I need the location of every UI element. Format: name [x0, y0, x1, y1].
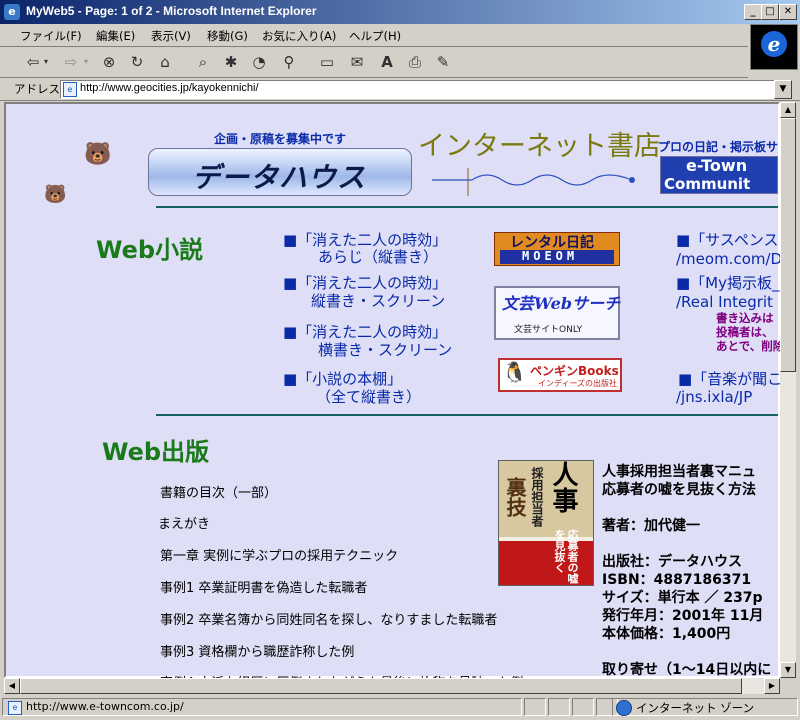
divider-top: [156, 206, 778, 208]
book-cover-side: 採用担当者: [530, 467, 544, 527]
toc-case-2: 事例2 卒業名簿から同姓同名を探し、なりすました転職者: [160, 613, 498, 628]
status-page-icon: e: [8, 701, 22, 715]
menu-go[interactable]: 移動(G): [207, 28, 248, 44]
link-my-board[interactable]: ■「My掲示板_: [676, 275, 780, 292]
channels-icon[interactable]: ⚲: [278, 51, 300, 73]
maximize-button[interactable]: □: [761, 4, 779, 20]
recruit-note: 企画・原稿を募集中です: [214, 132, 347, 146]
toc-case-3: 事例3 資格欄から職歴詐称した例: [160, 645, 355, 660]
link-music[interactable]: ■「音楽が聞こ: [678, 371, 782, 388]
scroll-right-button[interactable]: ▶: [764, 678, 780, 694]
small-bear-icon: 🐻: [44, 184, 67, 205]
history-icon[interactable]: ◔: [248, 51, 270, 73]
toc-case-1: 事例1 卒業証明書を偽造した転職者: [160, 581, 368, 596]
toc-title: 書籍の目次（一部）: [160, 486, 278, 501]
book-publisher: 出版社：データハウス: [602, 554, 742, 570]
horizontal-scroll-thumb[interactable]: [20, 678, 742, 694]
ie-e-icon: e: [761, 31, 787, 57]
book-cover-big1: 人事: [548, 461, 578, 513]
status-text: http://www.e-towncom.co.jp/: [26, 700, 184, 713]
link-music-url[interactable]: /jns.ixla/JP: [676, 389, 752, 406]
back-dropdown-icon[interactable]: ▾: [40, 51, 52, 73]
link-kieta-synopsis-sub[interactable]: あらじ（縦書き）: [318, 249, 438, 266]
shop-title: インターネット書店: [418, 131, 661, 162]
globe-icon: [616, 700, 632, 716]
penguin-books-text: ペンギンBooks: [530, 364, 619, 378]
wave-decoration: [432, 168, 635, 196]
pro-diary-label: プロの日記・掲示板サ: [658, 140, 779, 154]
security-zone-text: インターネット ゾーン: [636, 701, 755, 715]
link-suspense-url[interactable]: /meom.com/D: [676, 251, 782, 268]
menu-help[interactable]: ヘルプ(H): [349, 28, 401, 44]
link-novel-bookshelf[interactable]: ■「小説の本棚」: [283, 371, 402, 388]
toc-chapter-1: 第一章 実例に学ぶプロの採用テクニック: [160, 549, 399, 564]
mail-icon[interactable]: ✉: [346, 51, 368, 73]
stop-icon[interactable]: ⊗: [98, 51, 120, 73]
etown-banner-line2: Communit: [664, 175, 751, 193]
link-my-board-url[interactable]: /Real Integrit: [676, 294, 773, 311]
link-kieta-vertical[interactable]: ■「消えた二人の時効」: [283, 275, 447, 292]
ie-app-icon[interactable]: e: [4, 4, 20, 20]
book-isbn: ISBN：4887186371: [602, 572, 752, 588]
web-publish-heading: Web出版: [102, 438, 210, 466]
refresh-icon[interactable]: ↻: [126, 51, 148, 73]
etown-banner-line1: e-Town: [686, 156, 748, 175]
book-title-line1: 人事採用担当者裏マニュ: [602, 464, 756, 480]
toc-preface: まえがき: [158, 517, 211, 532]
edit-icon[interactable]: ✎: [432, 51, 454, 73]
address-label: アドレス: [14, 82, 60, 96]
status-field-4: [572, 698, 594, 716]
ie-throbber-logo: e: [750, 24, 798, 70]
book-cover-image[interactable]: 人事 採用担当者 裏技 応募者の嘘を見抜く: [498, 460, 594, 586]
menu-edit[interactable]: 編集(E): [96, 28, 135, 44]
divider-middle: [156, 414, 778, 416]
print-icon[interactable]: ⎙: [404, 51, 426, 73]
penguin-icon: 🐧: [502, 360, 527, 384]
rental-diary-sub: MOEOM: [522, 249, 579, 263]
book-date: 発行年月：2001年 11月: [602, 608, 764, 624]
menu-view[interactable]: 表示(V): [151, 28, 191, 44]
link-novel-bookshelf-sub[interactable]: （全て縦書き）: [316, 389, 421, 406]
page-icon: e: [63, 82, 77, 97]
book-cover-red: 応募者の嘘を見抜く: [553, 529, 579, 584]
bear-carrying-books-icon: 🐻: [84, 142, 112, 167]
favorites-icon[interactable]: ✱: [220, 51, 242, 73]
link-suspense[interactable]: ■「サスペンス: [676, 232, 779, 249]
web-novel-heading: Web小説: [96, 236, 204, 264]
link-kieta-horizontal-sub[interactable]: 横書き・スクリーン: [318, 342, 452, 359]
scroll-up-button[interactable]: ▲: [780, 102, 796, 118]
link-kieta-vertical-sub[interactable]: 縦書き・スクリーン: [311, 293, 445, 310]
datahouse-banner-text: データハウス: [192, 161, 367, 194]
forward-dropdown-icon[interactable]: ▾: [80, 51, 92, 73]
menu-file[interactable]: ファイル(F): [20, 28, 82, 44]
scroll-down-button[interactable]: ▼: [780, 662, 796, 678]
book-price: 本体価格：1,400円: [602, 626, 731, 642]
book-author: 著者：加代健一: [602, 518, 700, 534]
status-field-3: [548, 698, 570, 716]
menu-favorites[interactable]: お気に入り(A): [262, 28, 336, 44]
fullscreen-icon[interactable]: ▭: [316, 51, 338, 73]
bungei-search-text: 文芸Webサーチ: [502, 294, 621, 313]
link-kieta-synopsis[interactable]: ■「消えた二人の時効」: [283, 232, 447, 249]
address-url[interactable]: http://www.geocities.jp/kayokennichi/: [80, 82, 259, 94]
window-title: MyWeb5 - Page: 1 of 2 - Microsoft Intern…: [26, 4, 317, 18]
bungei-search-sub: 文芸サイトONLY: [514, 325, 583, 335]
link-kieta-horizontal[interactable]: ■「消えた二人の時効」: [283, 324, 447, 341]
book-size: サイズ：単行本 ／ 237p: [602, 590, 763, 606]
address-dropdown-button[interactable]: ▼: [774, 80, 792, 99]
book-order: 取り寄せ（1～14日以内に: [602, 662, 772, 678]
search-icon[interactable]: ⌕: [192, 51, 214, 73]
vertical-scroll-thumb[interactable]: [780, 118, 796, 372]
scroll-left-button[interactable]: ◀: [4, 678, 20, 694]
forward-arrow-icon[interactable]: ⇨: [60, 51, 82, 73]
board-note-3: あとで、削除: [716, 339, 785, 353]
minimize-button[interactable]: _: [744, 4, 762, 20]
penguin-books-sub: インディーズの出版社: [538, 379, 618, 388]
home-icon[interactable]: ⌂: [154, 51, 176, 73]
font-size-icon[interactable]: A: [376, 51, 398, 73]
book-cover-big2: 裏技: [503, 477, 527, 517]
book-title-line2: 応募者の嘘を見抜く方法: [602, 482, 756, 498]
close-button[interactable]: ✕: [779, 4, 797, 20]
status-field-2: [524, 698, 546, 716]
